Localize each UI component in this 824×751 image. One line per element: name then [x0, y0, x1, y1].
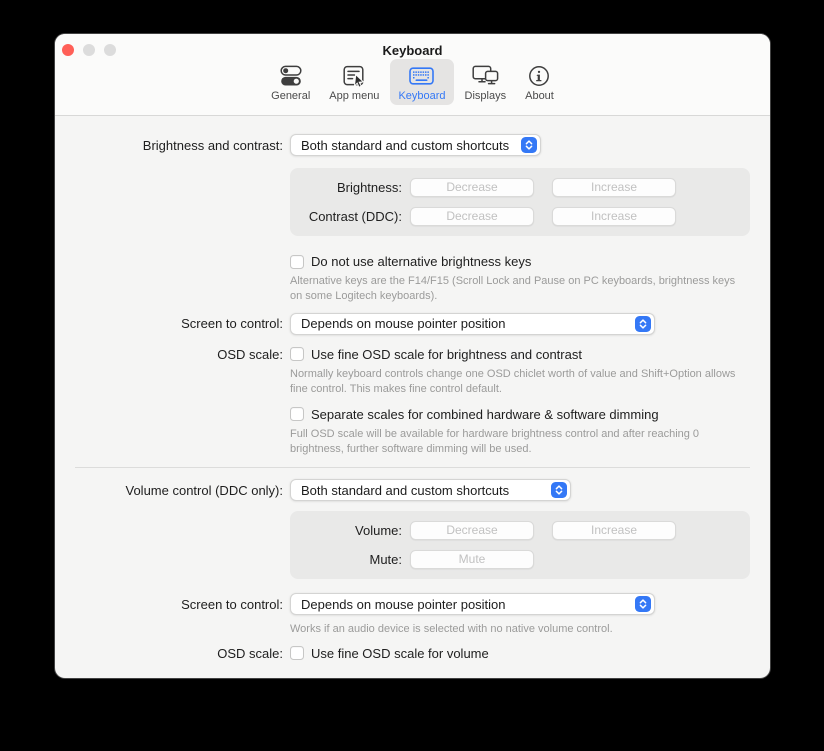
separate-scales-checkbox-label: Separate scales for combined hardware & …	[311, 407, 659, 422]
tab-general-label: General	[271, 90, 310, 102]
brightness-decrease-button[interactable]: Decrease	[410, 178, 534, 197]
alt-keys-checkbox[interactable]	[290, 255, 304, 269]
audio-device-help: Works if an audio device is selected wit…	[290, 622, 742, 637]
preferences-window: Keyboard General	[55, 34, 770, 678]
tab-displays-label: Displays	[465, 90, 507, 102]
volume-control-row: Volume control (DDC only): Both standard…	[55, 479, 770, 501]
separate-scales-row: Separate scales for combined hardware & …	[290, 407, 770, 422]
tab-about[interactable]: About	[517, 59, 562, 105]
stepper-icon	[551, 482, 567, 498]
osd-scale-row-1: OSD scale: Use fine OSD scale for bright…	[55, 347, 770, 362]
fine-osd-volume-checkbox-label: Use fine OSD scale for volume	[311, 646, 489, 661]
tab-about-label: About	[525, 90, 554, 102]
brightness-increase-button[interactable]: Increase	[552, 178, 676, 197]
fine-osd-checkbox[interactable]	[290, 347, 304, 361]
fine-osd-volume-checkbox[interactable]	[290, 646, 304, 660]
alt-keys-help: Alternative keys are the F14/F15 (Scroll…	[290, 274, 742, 305]
osd-scale-label-1: OSD scale:	[55, 347, 283, 362]
volume-buttons-group: Volume: Decrease Increase Mute: Mute	[290, 511, 750, 579]
alt-keys-row: Do not use alternative brightness keys	[290, 254, 770, 269]
volume-shortcuts-value: Both standard and custom shortcuts	[301, 483, 509, 498]
fine-osd-help: Normally keyboard controls change one OS…	[290, 367, 742, 398]
menu-cursor-icon	[342, 63, 366, 88]
screen-control-label-2: Screen to control:	[55, 597, 283, 612]
displays-icon	[472, 63, 499, 88]
brightness-buttons-group: Brightness: Decrease Increase Contrast (…	[290, 168, 750, 236]
contrast-decrease-button[interactable]: Decrease	[410, 207, 534, 226]
brightness-contrast-row: Brightness and contrast: Both standard a…	[55, 134, 770, 156]
titlebar-toolbar: Keyboard General	[55, 34, 770, 116]
volume-row: Volume: Decrease Increase	[290, 521, 750, 540]
contrast-increase-button[interactable]: Increase	[552, 207, 676, 226]
volume-row-label: Volume:	[290, 523, 402, 538]
window-title: Keyboard	[55, 43, 770, 58]
tab-app-menu-label: App menu	[329, 90, 379, 102]
screen-control-row-2: Screen to control: Depends on mouse poin…	[55, 593, 770, 615]
tab-general[interactable]: General	[263, 59, 318, 105]
brightness-row: Brightness: Decrease Increase	[290, 178, 750, 197]
osd-scale-row-2: OSD scale: Use fine OSD scale for volume	[55, 646, 770, 661]
tab-keyboard[interactable]: Keyboard	[390, 59, 453, 105]
tab-app-menu[interactable]: App menu	[321, 59, 387, 105]
osd-scale-label-2: OSD scale:	[55, 646, 283, 661]
toolbar-tabs: General App menu	[55, 59, 770, 105]
contrast-row: Contrast (DDC): Decrease Increase	[290, 207, 750, 226]
fine-osd-checkbox-label: Use fine OSD scale for brightness and co…	[311, 347, 582, 362]
brightness-row-label: Brightness:	[290, 180, 402, 195]
info-icon	[528, 63, 550, 88]
screen-control-value-1: Depends on mouse pointer position	[301, 316, 506, 331]
screen-control-value-2: Depends on mouse pointer position	[301, 597, 506, 612]
mute-row: Mute: Mute	[290, 550, 750, 569]
section-divider	[75, 467, 750, 468]
brightness-shortcuts-dropdown[interactable]: Both standard and custom shortcuts	[290, 134, 541, 156]
keyboard-icon	[409, 63, 434, 88]
tab-keyboard-label: Keyboard	[398, 90, 445, 102]
stepper-icon	[635, 316, 651, 332]
separate-scales-checkbox[interactable]	[290, 407, 304, 421]
volume-shortcuts-dropdown[interactable]: Both standard and custom shortcuts	[290, 479, 571, 501]
tab-displays[interactable]: Displays	[457, 59, 515, 105]
volume-increase-button[interactable]: Increase	[552, 521, 676, 540]
contrast-row-label: Contrast (DDC):	[290, 209, 402, 224]
screen-control-row-1: Screen to control: Depends on mouse poin…	[55, 313, 770, 335]
mute-row-label: Mute:	[290, 552, 402, 567]
volume-control-label: Volume control (DDC only):	[55, 483, 283, 498]
screen-control-dropdown-2[interactable]: Depends on mouse pointer position	[290, 593, 655, 615]
toggles-icon	[279, 63, 303, 88]
brightness-contrast-label: Brightness and contrast:	[55, 138, 283, 153]
separate-scales-help: Full OSD scale will be available for har…	[290, 427, 742, 458]
stepper-icon	[521, 137, 537, 153]
screen-control-label-1: Screen to control:	[55, 316, 283, 331]
stepper-icon	[635, 596, 651, 612]
mute-button[interactable]: Mute	[410, 550, 534, 569]
alt-keys-checkbox-label: Do not use alternative brightness keys	[311, 254, 531, 269]
volume-decrease-button[interactable]: Decrease	[410, 521, 534, 540]
screen-control-dropdown-1[interactable]: Depends on mouse pointer position	[290, 313, 655, 335]
brightness-shortcuts-value: Both standard and custom shortcuts	[301, 138, 509, 153]
keyboard-pane: Brightness and contrast: Both standard a…	[55, 117, 770, 678]
